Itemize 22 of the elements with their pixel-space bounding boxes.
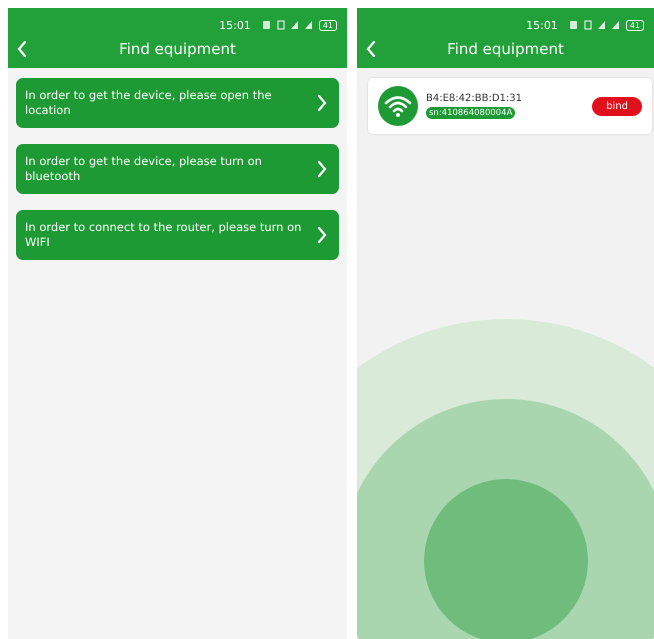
vibrate-icon	[584, 20, 592, 30]
wifi-icon	[378, 86, 418, 126]
device-mac: B4:E8:42:BB:D1:31	[426, 93, 523, 104]
permission-prompt[interactable]: In order to get the device, please turn on bluetooth	[16, 144, 339, 194]
chevron-right-icon	[317, 160, 327, 178]
screen-title: Find equipment	[446, 40, 565, 58]
back-icon[interactable]	[366, 41, 376, 57]
notification-icon	[570, 20, 578, 30]
vibrate-icon	[276, 20, 285, 30]
serial-badge: sn:410864080004A	[426, 107, 516, 119]
status-time: 15:01	[219, 18, 251, 32]
screen-title: Find equipment	[118, 40, 237, 58]
permission-prompt[interactable]: In order to get the device, please open the location	[16, 78, 339, 128]
chevron-right-icon	[317, 226, 327, 244]
status-time: 15:01	[526, 18, 558, 32]
battery-level: 41	[626, 20, 644, 30]
chevron-right-icon	[317, 94, 327, 112]
bind-button[interactable]: bind	[592, 96, 642, 116]
battery-level: 41	[318, 20, 337, 30]
back-icon[interactable]	[17, 41, 27, 57]
permission-prompt[interactable]: In order to connect to the router, please turn on WIFI	[16, 210, 339, 260]
notification-icon	[262, 20, 271, 30]
